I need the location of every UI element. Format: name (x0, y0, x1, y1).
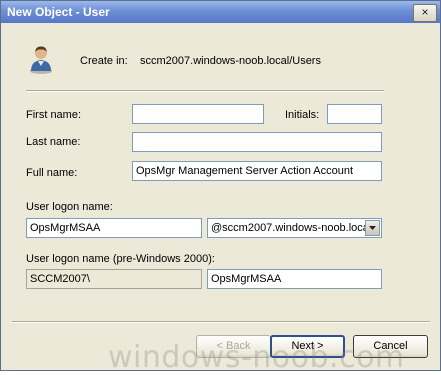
title-bar[interactable]: New Object - User × (1, 1, 440, 23)
upn-suffix-select[interactable]: @sccm2007.windows-noob.local (207, 218, 382, 238)
chevron-down-icon (369, 226, 376, 230)
full-name-label: Full name: (26, 167, 78, 179)
first-name-label: First name: (26, 109, 82, 121)
pre2000-domain-field: SCCM2007\ (26, 269, 202, 289)
pre2000-logon-label: User logon name (pre-Windows 2000): (26, 253, 215, 265)
upn-suffix-value: @sccm2007.windows-noob.local (211, 222, 372, 234)
upn-suffix-dropdown-button[interactable] (365, 220, 380, 236)
new-object-user-dialog: New Object - User × Create in: sccm2007.… (0, 0, 441, 371)
create-in-label: Create in: (80, 55, 128, 67)
create-in-path: sccm2007.windows-noob.local/Users (140, 55, 321, 67)
initials-field[interactable] (327, 104, 382, 124)
logon-name-label: User logon name: (26, 201, 113, 213)
pre2000-logon-field[interactable]: OpsMgrMSAA (207, 269, 382, 289)
user-icon (30, 46, 52, 74)
initials-label: Initials: (285, 109, 320, 121)
logon-name-field[interactable]: OpsMgrMSAA (26, 218, 202, 238)
header-separator (26, 90, 384, 92)
last-name-field[interactable] (132, 132, 382, 152)
footer-separator (12, 321, 430, 323)
full-name-field[interactable]: OpsMgr Management Server Action Account (132, 161, 382, 181)
close-button[interactable]: × (413, 4, 437, 22)
dialog-body: Create in: sccm2007.windows-noob.local/U… (2, 24, 439, 370)
site-watermark: windows-noob.com (108, 340, 405, 375)
window-title: New Object - User (7, 5, 110, 19)
last-name-label: Last name: (26, 136, 81, 148)
first-name-field[interactable] (132, 104, 264, 124)
